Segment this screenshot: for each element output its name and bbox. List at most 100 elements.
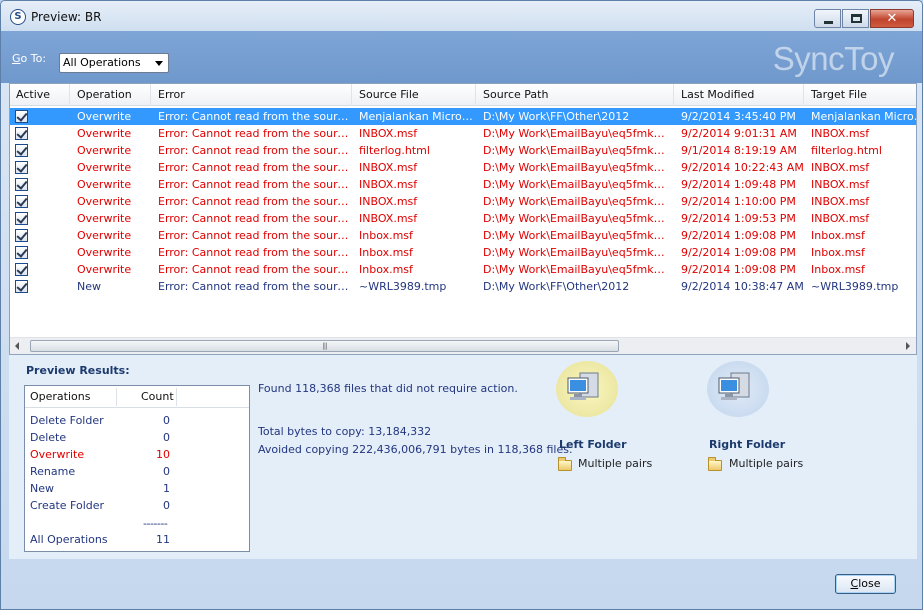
table-row[interactable]: New Error: Cannot read from the source ..… (10, 278, 916, 295)
cell-last-modified: 9/1/2014 8:19:19 AM (681, 144, 797, 157)
cell-target-file: INBOX.msf (811, 178, 870, 191)
col-header-source-file[interactable]: Source File (353, 84, 476, 106)
total-separator: ------- (143, 517, 168, 530)
cell-target-file: Menjalankan Microsoft (811, 110, 916, 123)
operation-count: 0 (163, 414, 170, 427)
synctoy-app-icon: S (10, 9, 26, 25)
preview-results-title: Preview Results: (26, 364, 130, 377)
cell-last-modified: 9/2/2014 1:10:00 PM (681, 195, 796, 208)
cell-error: Error: Cannot read from the source ... (158, 127, 352, 140)
cell-operation: Overwrite (77, 161, 132, 174)
cell-source-file: filterlog.html (359, 144, 430, 157)
goto-dropdown[interactable]: All Operations (59, 53, 169, 73)
cell-target-file: INBOX.msf (811, 161, 870, 174)
close-button[interactable]: Close (835, 574, 896, 594)
cell-source-path: D:\My Work\EmailBayu\eq5fmkmu.d... (483, 263, 674, 276)
maximize-icon (851, 14, 862, 23)
total-name: All Operations (30, 533, 108, 546)
cell-source-path: D:\My Work\EmailBayu\eq5fmkmu.d... (483, 161, 674, 174)
cell-last-modified: 9/2/2014 3:45:40 PM (681, 110, 796, 123)
cell-operation: Overwrite (77, 178, 132, 191)
right-folder-pairs: Multiple pairs (729, 457, 804, 470)
cell-last-modified: 9/2/2014 9:01:31 AM (681, 127, 797, 140)
table-row[interactable]: Overwrite Error: Cannot read from the sou… (10, 244, 916, 261)
operations-table: Operations Count Delete Folder 0 Delete 0 Ov… (24, 385, 250, 552)
cell-last-modified: 9/2/2014 1:09:08 PM (681, 263, 796, 276)
col-header-last-modified[interactable]: Last Modified (675, 84, 804, 106)
active-checkbox[interactable] (15, 229, 28, 242)
table-row[interactable]: Overwrite Error: Cannot read from the sou… (10, 227, 916, 244)
table-row[interactable]: Overwrite Error: Cannot read from the sou… (10, 210, 916, 227)
cell-error: Error: Cannot read from the source ... (158, 161, 352, 174)
cell-source-file: Inbox.msf (359, 229, 413, 242)
table-row[interactable]: Overwrite Error: Cannot read from the sou… (10, 193, 916, 210)
scroll-right-icon[interactable] (899, 338, 916, 354)
active-checkbox[interactable] (15, 263, 28, 276)
cell-error: Error: Cannot read from the source ... (158, 110, 352, 123)
right-folder-title: Right Folder (709, 438, 786, 451)
cell-operation: Overwrite (77, 212, 132, 225)
cell-last-modified: 9/2/2014 1:09:08 PM (681, 246, 796, 259)
table-row[interactable]: Overwrite Error: Cannot read from the sou… (10, 176, 916, 193)
cell-source-file: INBOX.msf (359, 178, 418, 191)
cell-target-file: Inbox.msf (811, 229, 865, 242)
cell-last-modified: 9/2/2014 10:22:43 AM (681, 161, 804, 174)
column-divider (116, 388, 117, 406)
col-header-active[interactable]: Active (10, 84, 70, 106)
cell-last-modified: 9/2/2014 1:09:48 PM (681, 178, 796, 191)
scroll-thumb[interactable] (30, 340, 619, 352)
operation-row: Create Folder 0 (25, 497, 249, 514)
operation-row: Rename 0 (25, 463, 249, 480)
avoided-copying-text: Avoided copying 222,436,006,791 bytes in… (258, 443, 573, 456)
table-row[interactable]: Overwrite Error: Cannot read from the sou… (10, 159, 916, 176)
cell-operation: Overwrite (77, 229, 132, 242)
cell-source-file: INBOX.msf (359, 195, 418, 208)
operation-row: Delete Folder 0 (25, 412, 249, 429)
active-checkbox[interactable] (15, 178, 28, 191)
cell-source-file: INBOX.msf (359, 212, 418, 225)
active-checkbox[interactable] (15, 110, 28, 123)
horizontal-scrollbar[interactable] (10, 337, 916, 354)
cell-source-path: D:\My Work\FF\Other\2012 (483, 280, 630, 293)
table-row[interactable]: Overwrite Error: Cannot read from the sou… (10, 261, 916, 278)
operation-name: Overwrite (30, 448, 85, 461)
col-header-operation[interactable]: Operation (71, 84, 151, 106)
table-row[interactable]: Overwrite Error: Cannot read from the sou… (10, 125, 916, 142)
table-row[interactable]: Overwrite Error: Cannot read from the sou… (10, 142, 916, 159)
cell-error: Error: Cannot read from the source ... (158, 178, 352, 191)
window-close-button[interactable]: ✕ (870, 9, 914, 28)
cell-operation: Overwrite (77, 144, 132, 157)
active-checkbox[interactable] (15, 195, 28, 208)
operations-col-header: Operations (30, 390, 91, 403)
preview-window: S Preview: BR ✕ Go To: All Operations Sy… (0, 0, 923, 610)
minimize-button[interactable] (814, 9, 841, 28)
table-row[interactable]: Overwrite Error: Cannot read from the sou… (10, 108, 916, 125)
active-checkbox[interactable] (15, 161, 28, 174)
col-header-source-path[interactable]: Source Path (477, 84, 674, 106)
operation-name: Create Folder (30, 499, 105, 512)
right-folder-icon (708, 457, 722, 471)
maximize-button[interactable] (842, 9, 869, 28)
active-checkbox[interactable] (15, 246, 28, 259)
active-checkbox[interactable] (15, 127, 28, 140)
cell-error: Error: Cannot read from the source ... (158, 144, 352, 157)
col-header-error[interactable]: Error (152, 84, 352, 106)
operation-count: 0 (163, 465, 170, 478)
total-count: 11 (156, 533, 170, 546)
cell-operation: Overwrite (77, 195, 132, 208)
col-header-target-file[interactable]: Target File (805, 84, 916, 106)
operation-count: 0 (163, 431, 170, 444)
results-panel: Preview Results: Operations Count Delete… (9, 355, 917, 559)
goto-label: Go To: (12, 52, 46, 65)
scroll-left-icon[interactable] (10, 338, 27, 354)
left-folder-icon (558, 457, 572, 471)
cell-target-file: ~WRL3989.tmp (811, 280, 899, 293)
active-checkbox[interactable] (15, 144, 28, 157)
active-checkbox[interactable] (15, 280, 28, 293)
cell-source-file: Inbox.msf (359, 263, 413, 276)
cell-error: Error: Cannot read from the source ... (158, 229, 352, 242)
preview-grid[interactable]: Active Operation Error Source File Source Pa… (9, 83, 917, 355)
cell-target-file: Inbox.msf (811, 263, 865, 276)
window-controls: ✕ (813, 9, 914, 28)
active-checkbox[interactable] (15, 212, 28, 225)
